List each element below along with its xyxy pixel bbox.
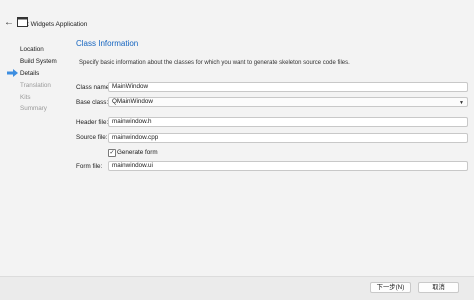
class-name-value: MainWindow <box>112 83 149 90</box>
sidebar-item-build-system: Build System <box>20 58 57 65</box>
header-file-label: Header file: <box>76 119 109 126</box>
base-class-label: Base class: <box>76 99 109 106</box>
form-file-value: mainwindow.ui <box>112 162 153 169</box>
sidebar-item-kits: Kits <box>20 94 31 101</box>
page-title: Class Information <box>76 39 139 48</box>
window-title: t Widgets Application <box>27 21 88 28</box>
chevron-down-icon: ▼ <box>459 100 464 106</box>
cancel-button[interactable]: 取消 <box>418 282 459 293</box>
sidebar-item-summary: Summary <box>20 105 47 112</box>
sidebar-item-location: Location <box>20 46 44 53</box>
source-file-value: mainwindow.cpp <box>112 134 159 141</box>
sidebar-item-details: Details <box>20 70 40 77</box>
page-description: Specify basic information about the clas… <box>79 60 350 66</box>
base-class-select[interactable]: QMainWindow ▼ <box>108 97 468 107</box>
base-class-value: QMainWindow <box>112 98 153 105</box>
next-button[interactable]: 下一步(N) <box>370 282 411 293</box>
arrow-right-icon <box>7 69 18 77</box>
button-bar: 下一步(N) 取消 <box>0 276 474 300</box>
form-file-input[interactable]: mainwindow.ui <box>108 161 468 171</box>
header-file-input[interactable]: mainwindow.h <box>108 117 468 127</box>
source-file-label: Source file: <box>76 134 108 141</box>
class-name-input[interactable]: MainWindow <box>108 82 468 92</box>
generate-form-checkbox[interactable]: ✓ <box>108 149 116 157</box>
form-file-label: Form file: <box>76 163 103 170</box>
sidebar-item-translation: Translation <box>20 82 51 89</box>
generate-form-label: Generate form <box>117 149 158 156</box>
class-name-label: Class name: <box>76 84 111 91</box>
source-file-input[interactable]: mainwindow.cpp <box>108 133 468 143</box>
arrow-left-icon[interactable]: ← <box>4 18 14 28</box>
wizard-window: ← t Widgets Application Location Build S… <box>0 0 474 300</box>
header-file-value: mainwindow.h <box>112 118 152 125</box>
